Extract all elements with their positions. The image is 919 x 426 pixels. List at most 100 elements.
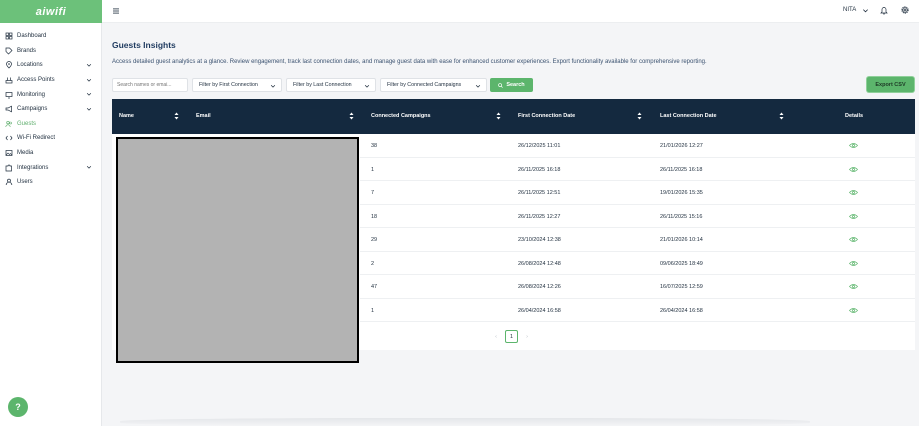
cell-first: 23/10/2024 12:38 <box>518 237 561 243</box>
hamburger-icon[interactable] <box>112 7 120 15</box>
sidebar-item-label: Wi-Fi Redirect <box>17 135 56 142</box>
table-row: 1 26/11/2025 16:18 26/11/2025 16:18 <box>360 158 915 181</box>
sort-icon[interactable] <box>779 112 784 120</box>
search-input[interactable] <box>112 78 188 92</box>
cell-last: 26/11/2025 15:16 <box>660 213 703 220</box>
cell-first: 26/08/2024 12:26 <box>518 284 561 290</box>
cell-first: 26/12/2025 11:01 <box>518 143 561 149</box>
sort-icon[interactable] <box>349 112 354 120</box>
sidebar-item-label: Monitoring <box>17 91 46 98</box>
pagination-prev[interactable]: ‹ <box>493 334 499 340</box>
column-header-connected-campaigns[interactable]: Connected Campaigns <box>371 113 431 119</box>
sort-icon[interactable] <box>174 112 179 120</box>
brand-logo[interactable]: aiwifi <box>0 0 102 23</box>
eye-icon[interactable] <box>849 260 858 267</box>
location-pin-icon <box>5 61 13 69</box>
megaphone-icon <box>5 105 13 113</box>
eye-icon[interactable] <box>849 236 858 243</box>
table-row: 7 26/11/2025 12:51 19/01/2026 15:35 <box>360 181 915 205</box>
table-row: 38 26/12/2025 11:01 21/01/2026 12:27 <box>360 134 915 158</box>
sidebar-item-label: Campaigns <box>17 106 48 113</box>
filter-connected-campaigns-label: Filter by Connected Campaigns <box>387 82 462 88</box>
search-button-label: Search <box>506 82 525 88</box>
sidebar-item-label: Locations <box>17 62 43 69</box>
eye-icon[interactable] <box>849 166 858 173</box>
sidebar-item-campaigns[interactable]: Campaigns <box>0 102 102 117</box>
eye-icon[interactable] <box>849 307 858 314</box>
sidebar-item-label: Guests <box>17 120 37 127</box>
filter-first-connection[interactable]: Filter by First Connection <box>192 78 282 92</box>
eye-icon[interactable] <box>849 189 858 196</box>
chevron-down-icon <box>86 64 92 67</box>
sidebar-item-brands[interactable]: Brands <box>0 44 102 59</box>
sidebar-item-monitoring[interactable]: Monitoring <box>0 87 102 102</box>
sidebar-item-wi-fi-redirect[interactable]: Wi-Fi Redirect <box>0 131 102 146</box>
sidebar-item-guests[interactable]: Guests <box>0 117 102 132</box>
sidebar-item-label: Access Points <box>17 77 55 84</box>
cell-campaigns: 2 <box>371 260 375 267</box>
cell-campaigns: 29 <box>371 237 378 243</box>
table-header: Name Email Connected Campaigns First Connec… <box>112 99 915 134</box>
filter-last-connection[interactable]: Filter by Last Connection <box>286 78 376 92</box>
cell-first: 26/11/2025 12:27 <box>518 213 561 220</box>
table-row: 18 26/11/2025 12:27 26/11/2025 15:16 <box>360 205 915 228</box>
cell-last: 26/11/2025 16:18 <box>660 166 703 173</box>
sidebar-item-media[interactable]: Media <box>0 146 102 161</box>
cell-last: 21/01/2026 12:27 <box>660 143 703 149</box>
sidebar-item-integrations[interactable]: Integrations <box>0 160 102 175</box>
cell-last: 26/04/2024 16:58 <box>660 307 703 314</box>
chevron-down-icon <box>475 84 481 88</box>
help-button[interactable]: ? <box>8 397 28 417</box>
sidebar-item-access-points[interactable]: Access Points <box>0 73 102 88</box>
cell-last: 19/01/2026 15:35 <box>660 190 703 196</box>
sort-icon[interactable] <box>496 112 501 120</box>
filter-connected-campaigns[interactable]: Filter by Connected Campaigns <box>380 78 487 92</box>
column-header-email[interactable]: Email <box>196 113 211 119</box>
cell-campaigns: 18 <box>371 213 378 220</box>
eye-icon[interactable] <box>849 283 858 290</box>
sort-icon[interactable] <box>637 112 642 120</box>
column-header-first-connection-date[interactable]: First Connection Date <box>518 113 575 119</box>
cell-first: 26/08/2024 12:48 <box>518 260 561 267</box>
sidebar-item-users[interactable]: Users <box>0 175 102 190</box>
chevron-down-icon <box>86 107 92 111</box>
column-header-name[interactable]: Name <box>119 113 134 119</box>
cell-last: 09/06/2025 18:49 <box>660 260 703 267</box>
cell-campaigns: 47 <box>371 284 378 290</box>
chevron-down-icon <box>364 84 370 88</box>
eye-icon[interactable] <box>849 142 858 149</box>
gear-icon[interactable] <box>900 5 910 15</box>
column-header-details: Details <box>845 113 864 119</box>
chevron-down-icon <box>86 166 92 169</box>
pagination: ‹ 1 › <box>493 330 530 343</box>
filter-first-connection-label: Filter by First Connection <box>199 82 258 88</box>
sidebar-item-dashboard[interactable]: Dashboard <box>0 29 102 44</box>
column-header-last-connection-date[interactable]: Last Connection Date <box>660 113 717 119</box>
user-name[interactable]: NITA <box>843 7 856 13</box>
page-description: Access detailed guest analytics at a gla… <box>112 59 707 65</box>
cell-campaigns: 1 <box>371 307 375 314</box>
redacted-block <box>116 137 359 363</box>
eye-icon[interactable] <box>849 213 858 220</box>
pagination-page[interactable]: 1 <box>505 330 518 343</box>
chevron-down-icon <box>86 78 92 82</box>
brand-logo-text: aiwifi <box>35 5 67 18</box>
pagination-next[interactable]: › <box>524 334 530 340</box>
sidebar-item-locations[interactable]: Locations <box>0 58 102 73</box>
sidebar-item-label: Dashboard <box>17 33 47 40</box>
chevron-down-icon[interactable] <box>862 7 869 14</box>
cell-campaigns: 1 <box>371 166 375 173</box>
footer-shadow <box>120 418 810 426</box>
table-row: 1 26/04/2024 16:58 26/04/2024 16:58 <box>360 299 915 322</box>
user-icon <box>5 178 13 186</box>
search-button[interactable]: Search <box>490 78 533 92</box>
bell-icon[interactable] <box>879 5 889 15</box>
grid-icon <box>5 32 13 40</box>
image-icon <box>5 149 13 157</box>
puzzle-icon <box>5 164 13 172</box>
users-icon <box>5 120 13 128</box>
sidebar-item-label: Media <box>17 150 34 157</box>
cell-campaigns: 38 <box>371 143 378 149</box>
cell-last: 21/01/2026 10:14 <box>660 237 703 243</box>
export-csv-button[interactable]: Export CSV <box>867 77 914 92</box>
